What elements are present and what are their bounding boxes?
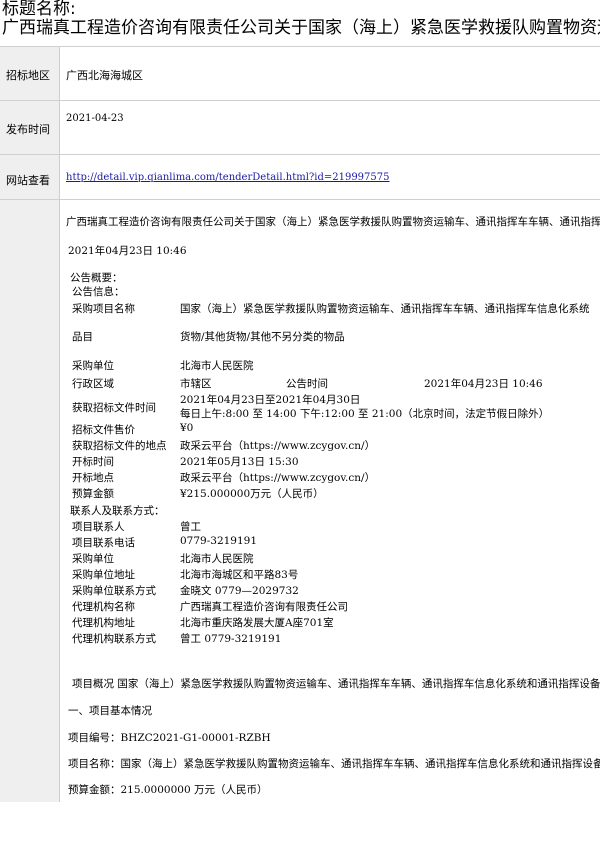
field-value: ¥215.000000万元（人民币） — [180, 488, 324, 500]
field-value: 2021年05月13日 15:30 — [180, 456, 299, 468]
field-label: 采购单位地址 — [72, 569, 135, 581]
field-value: 市辖区 — [180, 378, 212, 390]
field-value: 金晓文 0779—2029732 — [180, 585, 299, 597]
field-label: 采购项目名称 — [72, 303, 135, 315]
content-body: 广西瑞真工程造价咨询有限责任公司关于国家（海上）紧急医学救援队购置物资运输车、通… — [66, 200, 600, 802]
field-label: 行政区域 — [72, 378, 114, 390]
row-region: 招标地区 广西北海海城区 — [0, 47, 600, 101]
field-label: 品目 — [72, 331, 93, 343]
field-label: 获取招标文件的地点 — [72, 440, 167, 452]
field-label: 代理机构联系方式 — [72, 633, 156, 645]
content-label-cell — [0, 200, 60, 802]
contact-heading: 联系人及联系方式： — [70, 505, 165, 517]
field-value: 2021年04月23日至2021年04月30日 — [180, 394, 361, 406]
field-value: 国家（海上）紧急医学救援队购置物资运输车、通讯指挥车车辆、通讯指挥车信息化系统 — [180, 303, 590, 315]
field-value: 北海市重庆路发展大厦A座701室 — [180, 617, 334, 629]
section-heading: 一、项目基本情况 — [68, 705, 152, 717]
field-value: 政采云平台（https://www.zcygov.cn/） — [180, 472, 376, 484]
field-value: 北海市人民医院 — [180, 553, 254, 565]
field-value: ¥0 — [180, 422, 194, 434]
info-heading: 公告信息： — [72, 286, 125, 298]
title-text: 广西瑞真工程造价咨询有限责任公司关于国家（海上）紧急医学救援队购置物资运输车、通… — [2, 18, 600, 38]
field-label: 采购单位 — [72, 360, 114, 372]
field-label: 项目联系电话 — [72, 537, 135, 549]
field-value: 货物/其他货物/其他不另分类的物品 — [180, 331, 345, 343]
field-value: 曾工 0779-3219191 — [180, 633, 282, 645]
row-site: 网站查看 http://detail.vip.qianlima.com/tend… — [0, 155, 600, 200]
field-value: 政采云平台（https://www.zcygov.cn/） — [180, 440, 376, 452]
date-label: 发布时间 — [0, 101, 60, 154]
content-heading: 广西瑞真工程造价咨询有限责任公司关于国家（海上）紧急医学救援队购置物资运输车、通… — [66, 216, 600, 228]
field-label: 预算金额 — [72, 488, 114, 500]
field-value: 每日上午:8:00 至 14:00 下午:12:00 至 21:00（北京时间，… — [180, 408, 550, 420]
field-value: 2021年04月23日 10:46 — [424, 378, 543, 390]
field-value: 0779-3219191 — [180, 535, 258, 547]
region-label: 招标地区 — [0, 47, 60, 100]
site-label: 网站查看 — [0, 155, 60, 199]
row-date: 发布时间 2021-04-23 — [0, 101, 600, 155]
field-label: 开标地点 — [72, 472, 114, 484]
paragraph: 项目概况 国家（海上）紧急医学救援队购置物资运输车、通讯指挥车车辆、通讯指挥车信… — [72, 678, 600, 690]
page-title: 标题名称: 广西瑞真工程造价咨询有限责任公司关于国家（海上）紧急医学救援队购置物… — [2, 0, 600, 38]
paragraph: 预算金额：215.0000000 万元（人民币） — [68, 784, 268, 796]
field-label: 采购单位联系方式 — [72, 585, 156, 597]
row-content: 广西瑞真工程造价咨询有限责任公司关于国家（海上）紧急医学救援队购置物资运输车、通… — [0, 200, 600, 802]
field-value: 北海市海城区和平路83号 — [180, 569, 299, 581]
field-value: 广西瑞真工程造价咨询有限责任公司 — [180, 601, 348, 613]
field-label: 公告时间 — [286, 378, 328, 390]
title-label: 标题名称: — [2, 0, 76, 19]
date-value: 2021-04-23 — [66, 113, 124, 124]
overview-heading: 公告概要： — [70, 272, 123, 284]
field-label: 代理机构名称 — [72, 601, 135, 613]
paragraph: 项目名称：国家（海上）紧急医学救援队购置物资运输车、通讯指挥车车辆、通讯指挥车信… — [68, 758, 600, 770]
field-label: 获取招标文件时间 — [72, 402, 156, 414]
detail-link[interactable]: http://detail.vip.qianlima.com/tenderDet… — [66, 172, 600, 183]
region-value: 广西北海海城区 — [66, 69, 143, 82]
field-label: 开标时间 — [72, 456, 114, 468]
info-table: 招标地区 广西北海海城区 发布时间 2021-04-23 网站查看 http:/… — [0, 46, 600, 802]
field-label: 代理机构地址 — [72, 617, 135, 629]
content-datetime: 2021年04月23日 10:46 — [68, 245, 187, 257]
field-label: 采购单位 — [72, 553, 114, 565]
paragraph: 项目编号：BHZC2021-G1-00001-RZBH — [68, 732, 271, 744]
field-value: 曾工 — [180, 521, 201, 533]
field-label: 项目联系人 — [72, 521, 125, 533]
field-label: 招标文件售价 — [72, 424, 135, 436]
field-value: 北海市人民医院 — [180, 360, 254, 372]
